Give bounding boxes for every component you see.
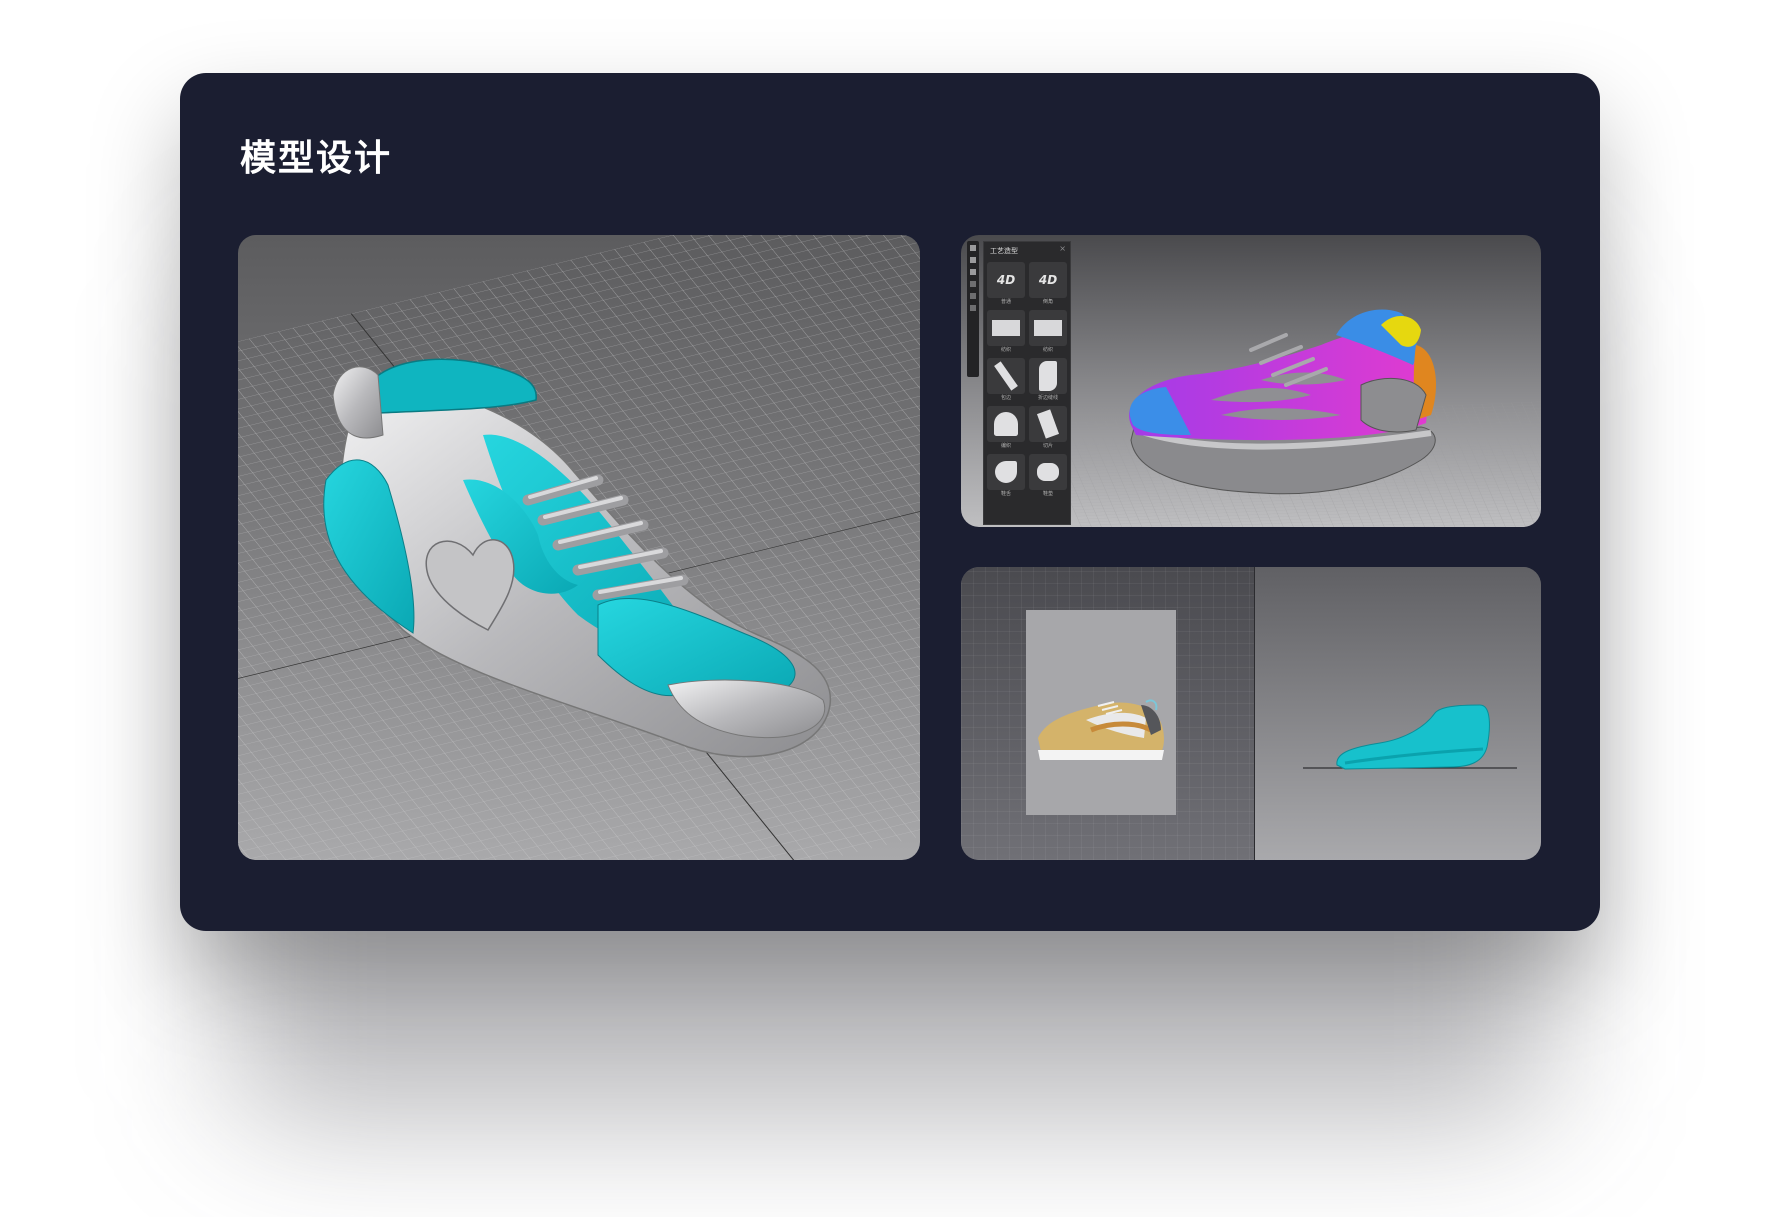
sneaker-render — [238, 235, 920, 860]
craft-tool-palette: 工艺造型 × 4D 普通 4D 倒角 纺织 纺织 包边 折边缝线 编织 切片 鞋… — [983, 241, 1071, 525]
vertical-toolbar — [967, 241, 979, 377]
palette-item[interactable]: 纺织 — [987, 310, 1025, 355]
reference-split-viewport[interactable] — [961, 567, 1541, 860]
reference-image-card[interactable] — [1026, 610, 1176, 815]
sneaker-reference-photo — [1038, 699, 1164, 760]
palette-item[interactable]: 包边 — [987, 358, 1025, 403]
palette-item[interactable]: 折边缝线 — [1029, 358, 1067, 403]
reference-pane[interactable] — [961, 567, 1254, 860]
insole-icon — [1029, 454, 1067, 490]
fabric-icon — [987, 310, 1025, 346]
model-design-card: 模型设计 工艺造型 × 4D 普通 4D 倒角 纺织 纺织 包边 折边缝线 编织… — [180, 73, 1600, 931]
palette-item[interactable]: 鞋舌 — [987, 454, 1025, 499]
page-title: 模型设计 — [240, 138, 393, 179]
palette-item[interactable]: 鞋垫 — [1029, 454, 1067, 499]
palette-title: 工艺造型 — [990, 247, 1018, 255]
palette-item[interactable]: 4D 普通 — [987, 262, 1025, 307]
shoe-last-render — [1303, 704, 1517, 770]
craft-modeling-viewport[interactable]: 工艺造型 × 4D 普通 4D 倒角 纺织 纺织 包边 折边缝线 编织 切片 鞋… — [961, 235, 1541, 527]
4d-logo-icon: 4D — [1029, 262, 1067, 298]
tool-paint-icon[interactable] — [970, 305, 976, 311]
main-3d-viewport[interactable] — [238, 235, 920, 860]
palette-close-icon[interactable]: × — [1059, 244, 1066, 253]
fold-seam-icon — [1029, 358, 1067, 394]
tool-scale-icon[interactable] — [970, 281, 976, 287]
fabric-icon — [1029, 310, 1067, 346]
tool-rotate-icon[interactable] — [970, 269, 976, 275]
weave-icon — [987, 406, 1025, 442]
runner-model — [1129, 309, 1436, 495]
palette-item[interactable]: 切片 — [1029, 406, 1067, 451]
4d-logo-icon: 4D — [987, 262, 1025, 298]
tool-move-icon[interactable] — [970, 257, 976, 263]
last-pane[interactable] — [1255, 567, 1541, 860]
tool-sculpt-icon[interactable] — [970, 293, 976, 299]
tongue-icon — [987, 454, 1025, 490]
slice-icon — [1029, 406, 1067, 442]
palette-item[interactable]: 编织 — [987, 406, 1025, 451]
palette-item[interactable]: 4D 倒角 — [1029, 262, 1067, 307]
tool-select-icon[interactable] — [970, 245, 976, 251]
edge-icon — [987, 358, 1025, 394]
palette-item[interactable]: 纺织 — [1029, 310, 1067, 355]
